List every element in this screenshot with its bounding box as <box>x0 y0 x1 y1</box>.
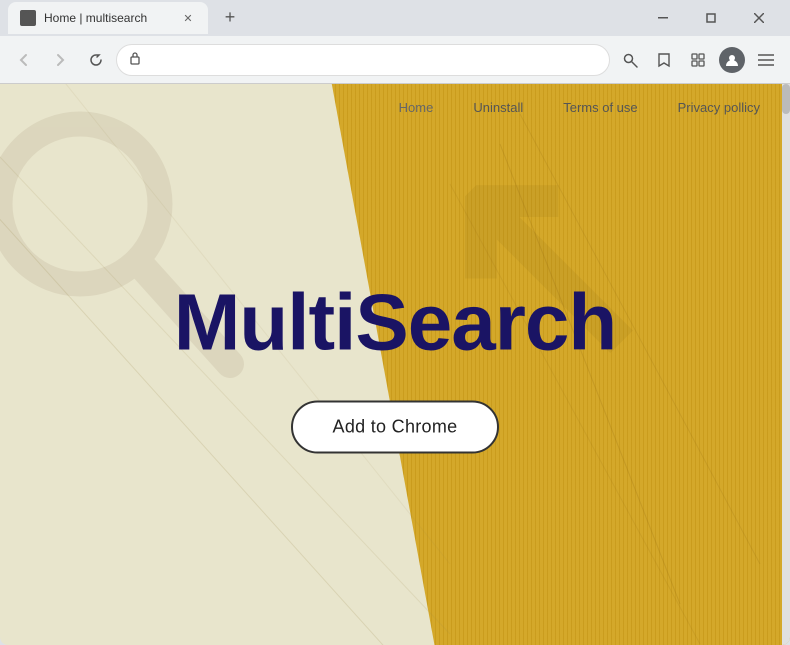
hero-section: MultiSearch Add to Chrome <box>0 276 790 453</box>
nav-menu: Home Uninstall Terms of use Privacy poll… <box>0 84 790 115</box>
new-tab-button[interactable]: + <box>216 3 244 31</box>
brand-title-part2: Search <box>355 277 616 366</box>
brand-title-part1: Multi <box>174 277 356 366</box>
nav-item-home[interactable]: Home <box>399 100 434 115</box>
profile-icon[interactable] <box>716 44 748 76</box>
maximize-button[interactable] <box>688 2 734 34</box>
tab-close-button[interactable]: ✕ <box>180 10 196 26</box>
minimize-button[interactable] <box>640 2 686 34</box>
extensions-icon[interactable] <box>682 44 714 76</box>
url-bar[interactable] <box>116 44 610 76</box>
webpage-content: ↖ Home Uninstall Terms of use Privacy po… <box>0 84 790 645</box>
close-button[interactable] <box>736 2 782 34</box>
toolbar-icons <box>614 44 782 76</box>
reload-button[interactable] <box>80 44 112 76</box>
forward-button[interactable] <box>44 44 76 76</box>
back-button[interactable] <box>8 44 40 76</box>
search-toolbar-icon[interactable] <box>614 44 646 76</box>
profile-avatar <box>719 47 745 73</box>
tab-favicon <box>20 10 36 26</box>
add-to-chrome-button[interactable]: Add to Chrome <box>291 400 500 453</box>
address-bar <box>0 36 790 84</box>
brand-title: MultiSearch <box>174 276 616 368</box>
browser-tab[interactable]: Home | multisearch ✕ <box>8 2 208 34</box>
title-bar: Home | multisearch ✕ + <box>0 0 790 36</box>
bookmark-icon[interactable] <box>648 44 680 76</box>
lock-icon <box>129 51 141 68</box>
nav-item-uninstall[interactable]: Uninstall <box>473 100 523 115</box>
browser-window: Home | multisearch ✕ + <box>0 0 790 645</box>
tab-title: Home | multisearch <box>44 11 172 25</box>
nav-item-terms[interactable]: Terms of use <box>563 100 637 115</box>
nav-item-privacy[interactable]: Privacy pollicy <box>678 100 760 115</box>
chrome-menu-button[interactable] <box>750 44 782 76</box>
window-controls <box>640 2 782 34</box>
